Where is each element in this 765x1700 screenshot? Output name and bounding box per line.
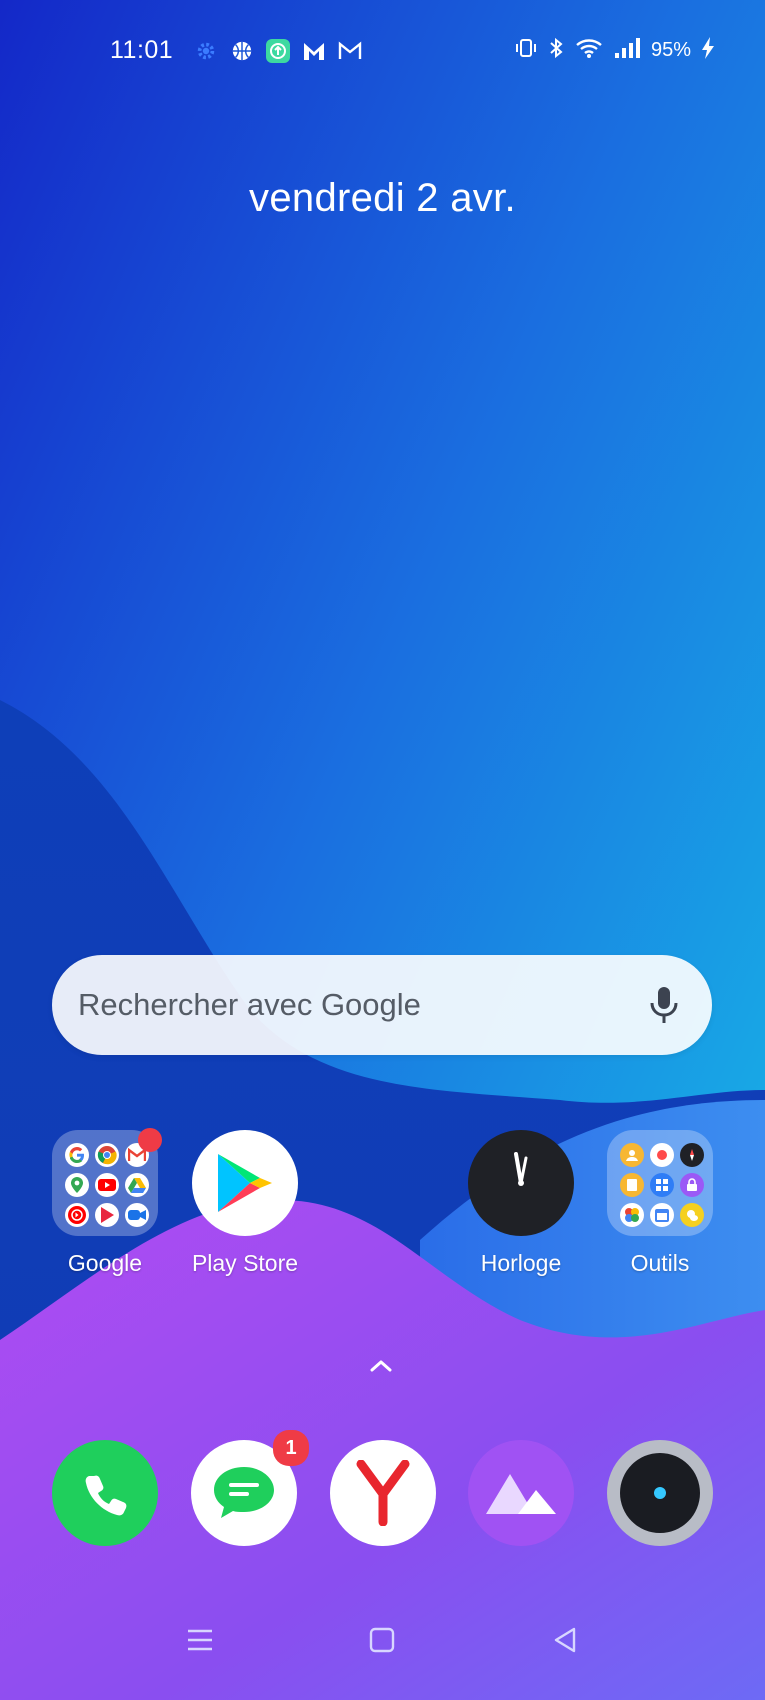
app-label: Outils: [630, 1250, 690, 1276]
maps-icon: [65, 1173, 89, 1197]
mountains-icon[interactable]: [468, 1440, 574, 1546]
dock-messages[interactable]: 1: [191, 1430, 309, 1546]
youtube-music-icon: [65, 1203, 89, 1227]
charging-bolt-icon: [701, 36, 715, 65]
yandex-icon[interactable]: [330, 1440, 436, 1546]
app-drawer-chevron-up-icon[interactable]: [366, 1355, 396, 1377]
play-movies-icon: [95, 1203, 119, 1227]
cellular-signal-icon: [613, 37, 641, 64]
app-google-folder[interactable]: Google: [35, 1128, 175, 1277]
status-time: 11:01: [110, 36, 174, 64]
duo-icon: [125, 1203, 149, 1227]
compass-icon: [680, 1143, 704, 1167]
photos-icon: [620, 1203, 644, 1227]
lock-icon: [680, 1173, 704, 1197]
camera-icon[interactable]: [607, 1440, 713, 1546]
app-label: Google: [67, 1250, 143, 1276]
navigation-bar: [0, 1620, 765, 1700]
contacts-icon: [620, 1143, 644, 1167]
m-app-icon: [301, 38, 327, 64]
vibrate-icon: [515, 37, 537, 64]
widgets-icon: [650, 1173, 674, 1197]
gmail-icon: [337, 38, 363, 64]
app-label: Play Store: [191, 1250, 299, 1276]
app-play-store[interactable]: Play Store: [175, 1130, 315, 1277]
date-label[interactable]: vendredi 2 avr.: [0, 176, 765, 221]
dock-yandex[interactable]: [330, 1440, 436, 1546]
drive-icon: [125, 1173, 149, 1197]
wifi-icon: [575, 37, 603, 64]
upload-app-icon: [265, 38, 291, 64]
battery-percent: 95%: [650, 39, 691, 61]
system-icons: 95%: [515, 36, 715, 65]
app-horloge[interactable]: Horloge: [451, 1130, 591, 1277]
microphone-icon[interactable]: [642, 983, 686, 1027]
dock-phone[interactable]: [52, 1440, 158, 1546]
dock-gallery[interactable]: [468, 1440, 574, 1546]
chrome-icon: [95, 1143, 119, 1167]
app-outils-folder[interactable]: Outils: [590, 1130, 730, 1277]
settings-gear-icon: [193, 38, 219, 64]
unread-badge: 1: [273, 1430, 309, 1466]
back-triangle-icon[interactable]: [545, 1620, 585, 1660]
calendar-icon: [650, 1203, 674, 1227]
notification-dot: [138, 1128, 162, 1152]
google-search-bar[interactable]: Rechercher avec Google: [52, 955, 712, 1055]
home-square-icon[interactable]: [362, 1620, 402, 1660]
basketball-icon: [229, 38, 255, 64]
dock-camera[interactable]: [607, 1440, 713, 1546]
status-bar: 11:01 95%: [0, 0, 765, 100]
weather-icon: [680, 1203, 704, 1227]
search-placeholder[interactable]: Rechercher avec Google: [78, 987, 642, 1023]
clock-icon[interactable]: [468, 1130, 574, 1236]
tools-folder-icon[interactable]: [607, 1130, 713, 1236]
phone-icon[interactable]: [52, 1440, 158, 1546]
menu-icon[interactable]: [180, 1620, 220, 1660]
recorder-icon: [650, 1143, 674, 1167]
bluetooth-icon: [547, 37, 565, 64]
google-icon: [65, 1143, 89, 1167]
play-store-icon[interactable]: [192, 1130, 298, 1236]
calculator-icon: [620, 1173, 644, 1197]
youtube-icon: [95, 1173, 119, 1197]
notification-icons: [193, 38, 363, 64]
app-label: Horloge: [480, 1250, 562, 1276]
